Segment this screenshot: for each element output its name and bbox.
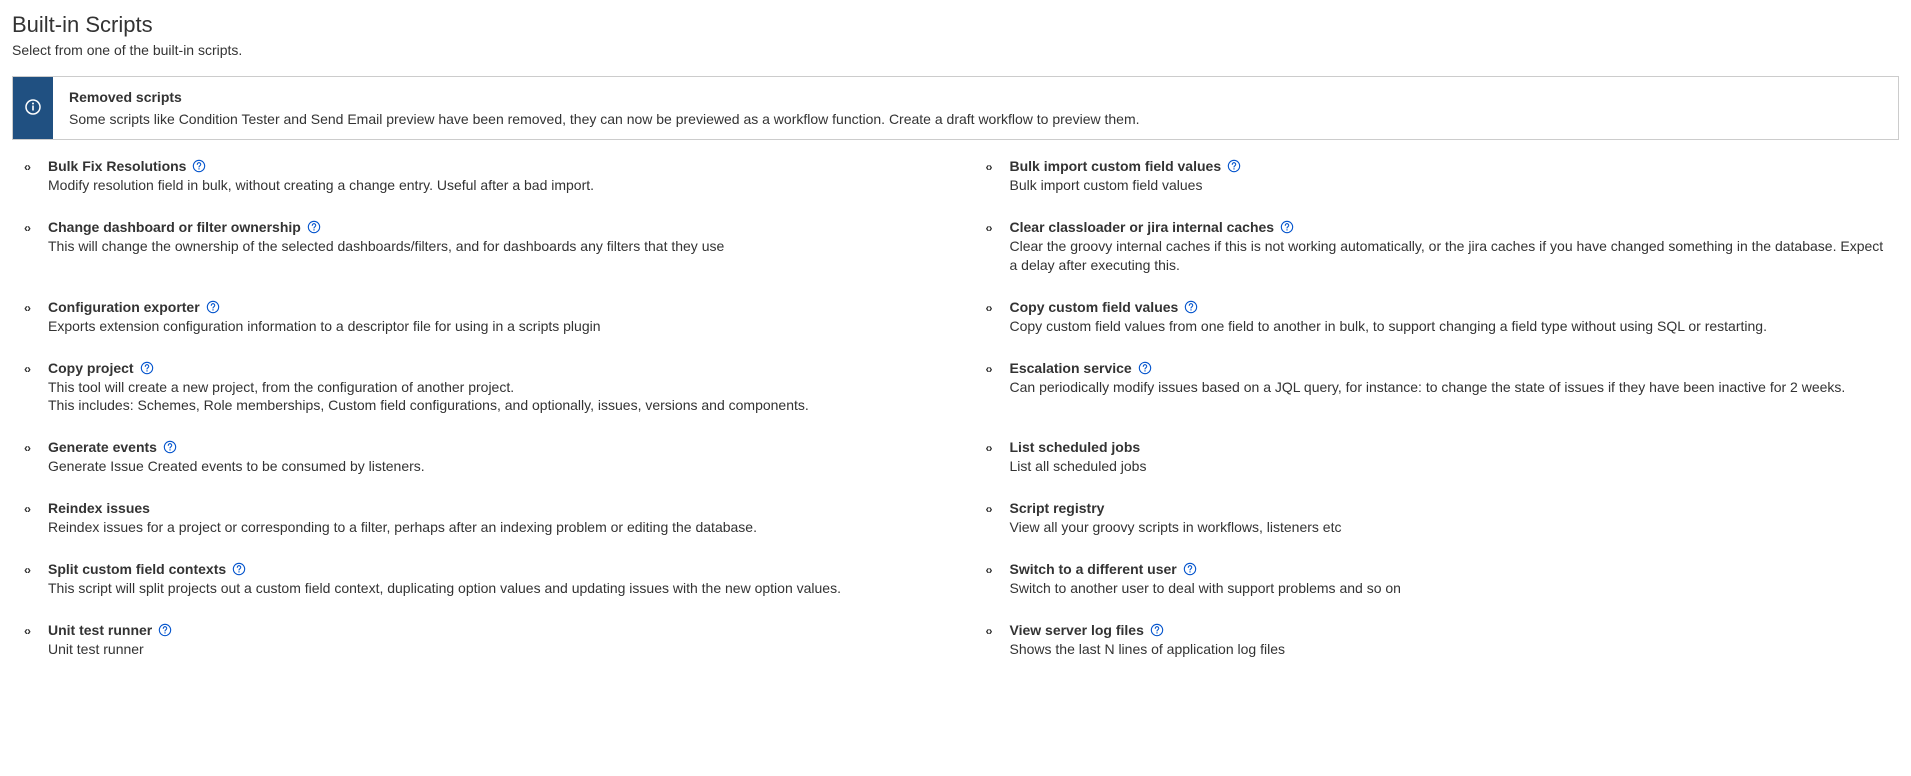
script-title[interactable]: View server log files — [1010, 622, 1144, 638]
script-title[interactable]: Unit test runner — [48, 622, 152, 638]
script-arrow-icon: ‹› — [986, 563, 1000, 577]
help-icon[interactable] — [1138, 361, 1152, 375]
script-desc: Bulk import custom field values — [1010, 176, 1888, 195]
script-arrow-icon: ‹› — [24, 563, 38, 577]
script-item[interactable]: ‹› Generate events Generate Issue Created … — [24, 439, 926, 476]
help-icon[interactable] — [307, 220, 321, 234]
script-item[interactable]: ‹› Clear classloader or jira internal cac… — [986, 219, 1888, 275]
script-title[interactable]: Reindex issues — [48, 500, 150, 516]
script-item[interactable]: ‹› Bulk import custom field values Bulk im… — [986, 158, 1888, 195]
info-panel-title: Removed scripts — [69, 89, 1140, 105]
script-title[interactable]: Script registry — [1010, 500, 1105, 516]
info-panel-text: Some scripts like Condition Tester and S… — [69, 111, 1140, 127]
help-icon[interactable] — [1183, 562, 1197, 576]
page-subtitle: Select from one of the built-in scripts. — [12, 42, 1899, 58]
help-icon[interactable] — [140, 361, 154, 375]
script-item[interactable]: ‹› Change dashboard or filter ownership Th… — [24, 219, 926, 275]
script-desc: Switch to another user to deal with supp… — [1010, 579, 1888, 598]
script-desc: Exports extension configuration informat… — [48, 317, 926, 336]
help-icon[interactable] — [1280, 220, 1294, 234]
script-item[interactable]: ‹› Split custom field contexts This script… — [24, 561, 926, 598]
script-desc: Modify resolution field in bulk, without… — [48, 176, 926, 195]
script-title[interactable]: Switch to a different user — [1010, 561, 1177, 577]
script-item[interactable]: ‹› Reindex issues Reindex issues for a pro… — [24, 500, 926, 537]
help-icon[interactable] — [163, 440, 177, 454]
script-arrow-icon: ‹› — [986, 441, 1000, 455]
script-title[interactable]: Generate events — [48, 439, 157, 455]
script-item[interactable]: ‹› Configuration exporter Exports extensio… — [24, 299, 926, 336]
script-desc: List all scheduled jobs — [1010, 457, 1888, 476]
script-item[interactable]: ‹› Unit test runner Unit test runner — [24, 622, 926, 659]
script-title[interactable]: Bulk Fix Resolutions — [48, 158, 186, 174]
script-title[interactable]: Escalation service — [1010, 360, 1132, 376]
script-arrow-icon: ‹› — [986, 301, 1000, 315]
help-icon[interactable] — [158, 623, 172, 637]
script-title[interactable]: Copy project — [48, 360, 134, 376]
script-arrow-icon: ‹› — [24, 221, 38, 235]
script-desc: Generate Issue Created events to be cons… — [48, 457, 926, 476]
script-desc: Clear the groovy internal caches if this… — [1010, 237, 1888, 275]
help-icon[interactable] — [1150, 623, 1164, 637]
script-arrow-icon: ‹› — [24, 624, 38, 638]
script-desc: Reindex issues for a project or correspo… — [48, 518, 926, 537]
script-item[interactable]: ‹› List scheduled jobs List all scheduled … — [986, 439, 1888, 476]
script-arrow-icon: ‹› — [986, 160, 1000, 174]
script-desc: This tool will create a new project, fro… — [48, 378, 926, 416]
help-icon[interactable] — [206, 300, 220, 314]
script-item[interactable]: ‹› Bulk Fix Resolutions Modify resolution … — [24, 158, 926, 195]
script-desc: This script will split projects out a cu… — [48, 579, 926, 598]
script-item[interactable]: ‹› View server log files Shows the last N … — [986, 622, 1888, 659]
help-icon[interactable] — [232, 562, 246, 576]
script-arrow-icon: ‹› — [986, 502, 1000, 516]
script-arrow-icon: ‹› — [986, 362, 1000, 376]
info-panel-body: Removed scripts Some scripts like Condit… — [53, 77, 1156, 139]
script-desc: Can periodically modify issues based on … — [1010, 378, 1888, 397]
script-desc: Copy custom field values from one field … — [1010, 317, 1888, 336]
script-arrow-icon: ‹› — [24, 160, 38, 174]
script-desc: This will change the ownership of the se… — [48, 237, 926, 256]
script-title[interactable]: Bulk import custom field values — [1010, 158, 1222, 174]
script-arrow-icon: ‹› — [24, 441, 38, 455]
script-item[interactable]: ‹› Script registry View all your groovy sc… — [986, 500, 1888, 537]
help-icon[interactable] — [192, 159, 206, 173]
script-desc: Shows the last N lines of application lo… — [1010, 640, 1888, 659]
help-icon[interactable] — [1227, 159, 1241, 173]
script-arrow-icon: ‹› — [986, 624, 1000, 638]
scripts-grid: ‹› Bulk Fix Resolutions Modify resolution … — [12, 158, 1899, 659]
help-icon[interactable] — [1184, 300, 1198, 314]
script-desc: View all your groovy scripts in workflow… — [1010, 518, 1888, 537]
script-item[interactable]: ‹› Escalation service Can periodically mod… — [986, 360, 1888, 416]
script-item[interactable]: ‹› Copy project This tool will create a ne… — [24, 360, 926, 416]
script-title[interactable]: Clear classloader or jira internal cache… — [1010, 219, 1275, 235]
script-arrow-icon: ‹› — [24, 502, 38, 516]
script-title[interactable]: List scheduled jobs — [1010, 439, 1141, 455]
info-panel: Removed scripts Some scripts like Condit… — [12, 76, 1899, 140]
script-item[interactable]: ‹› Switch to a different user Switch to an… — [986, 561, 1888, 598]
script-title[interactable]: Configuration exporter — [48, 299, 200, 315]
script-arrow-icon: ‹› — [986, 221, 1000, 235]
info-icon — [25, 99, 41, 118]
script-title[interactable]: Split custom field contexts — [48, 561, 226, 577]
info-panel-bar — [13, 77, 53, 139]
page-title: Built-in Scripts — [12, 12, 1899, 38]
script-desc: Unit test runner — [48, 640, 926, 659]
script-item[interactable]: ‹› Copy custom field values Copy custom fi… — [986, 299, 1888, 336]
script-arrow-icon: ‹› — [24, 362, 38, 376]
script-title[interactable]: Copy custom field values — [1010, 299, 1179, 315]
script-arrow-icon: ‹› — [24, 301, 38, 315]
script-title[interactable]: Change dashboard or filter ownership — [48, 219, 301, 235]
